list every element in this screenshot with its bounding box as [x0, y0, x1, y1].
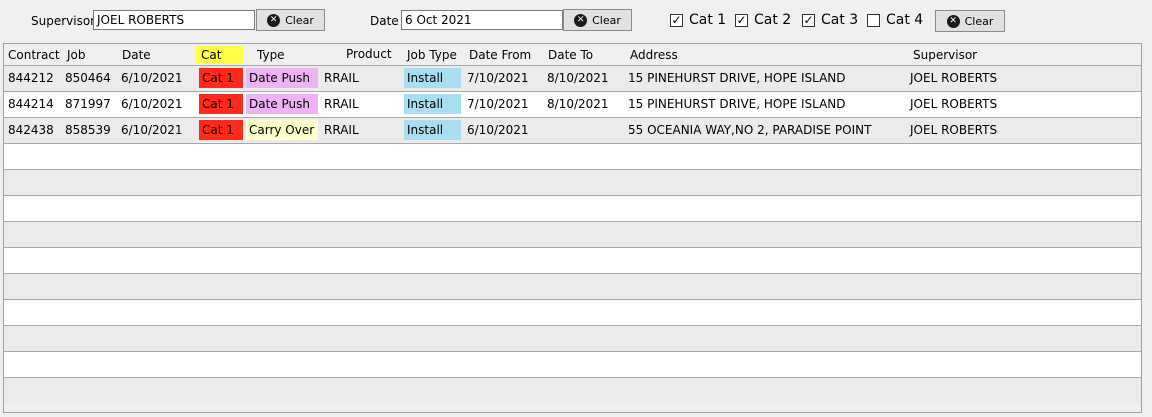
cell-product: RRAIL [324, 71, 359, 85]
empty-table-row[interactable] [4, 169, 1141, 195]
clear-supervisor-button[interactable]: ✕ Clear [256, 9, 325, 31]
cell-address: 15 PINEHURST DRIVE, HOPE ISLAND [628, 97, 846, 111]
table-row[interactable]: 844214 871997 6/10/2021 Cat 1 Date Push … [4, 91, 1141, 117]
clear-label: Clear [285, 13, 314, 27]
cell-type: Date Push [246, 68, 318, 88]
grid-header: Contract Job Date Cat Type Product Job T… [4, 44, 1141, 66]
date-input[interactable]: 6 Oct 2021 [401, 10, 563, 30]
cell-date: 6/10/2021 [121, 123, 183, 137]
empty-table-row[interactable] [4, 273, 1141, 299]
checkmark-icon: ✓ [735, 13, 748, 27]
empty-table-row[interactable] [4, 351, 1141, 377]
cell-date: 6/10/2021 [121, 97, 183, 111]
cell-supervisor: JOEL ROBERTS [910, 71, 998, 85]
cell-date-from: 7/10/2021 [467, 97, 529, 111]
empty-table-row[interactable] [4, 325, 1141, 351]
cell-date-from: 6/10/2021 [467, 123, 529, 137]
cell-date: 6/10/2021 [121, 71, 183, 85]
cell-type: Date Push [246, 94, 318, 114]
cat1-checkbox[interactable]: ✓ Cat 1 [670, 12, 726, 28]
col-header-date[interactable]: Date [122, 48, 151, 62]
cell-address: 55 OCEANIA WAY,NO 2, PARADISE POINT [628, 123, 872, 137]
col-header-date-to[interactable]: Date To [548, 48, 593, 62]
cell-contract: 842438 [8, 123, 54, 137]
empty-table-row[interactable] [4, 377, 1141, 403]
cell-address: 15 PINEHURST DRIVE, HOPE ISLAND [628, 71, 846, 85]
col-header-product[interactable]: Product [346, 47, 392, 61]
col-header-contract[interactable]: Contract [8, 48, 60, 62]
cell-cat: Cat 1 [199, 94, 243, 114]
cell-product: RRAIL [324, 97, 359, 111]
cell-job: 871997 [65, 97, 111, 111]
cat3-checkbox-label: Cat 3 [821, 12, 859, 28]
col-header-address[interactable]: Address [630, 48, 678, 62]
close-circle-icon: ✕ [946, 14, 960, 28]
grid-rows: 844212 850464 6/10/2021 Cat 1 Date Push … [4, 65, 1141, 403]
cell-supervisor: JOEL ROBERTS [910, 123, 998, 137]
clear-label: Clear [592, 13, 621, 27]
table-row[interactable]: 842438 858539 6/10/2021 Cat 1 Carry Over… [4, 117, 1141, 143]
checkmark-icon: ✓ [670, 13, 683, 27]
cell-job-type: Install [404, 94, 461, 114]
cell-type: Carry Over [246, 120, 318, 140]
cell-product: RRAIL [324, 123, 359, 137]
supervisor-input[interactable]: JOEL ROBERTS [93, 10, 255, 30]
cell-date-to: 8/10/2021 [547, 71, 609, 85]
empty-rows [4, 143, 1141, 403]
close-circle-icon: ✕ [574, 13, 588, 27]
cell-supervisor: JOEL ROBERTS [910, 97, 998, 111]
cell-job: 858539 [65, 123, 111, 137]
table-row[interactable]: 844212 850464 6/10/2021 Cat 1 Date Push … [4, 65, 1141, 91]
col-header-job-type[interactable]: Job Type [407, 48, 457, 62]
cat4-checkbox-label: Cat 4 [886, 12, 924, 28]
cat2-checkbox[interactable]: ✓ Cat 2 [735, 12, 791, 28]
empty-table-row[interactable] [4, 143, 1141, 169]
checkmark-icon: ✓ [802, 13, 815, 27]
empty-table-row[interactable] [4, 247, 1141, 273]
cell-job: 850464 [65, 71, 111, 85]
cell-contract: 844214 [8, 97, 54, 111]
clear-label: Clear [964, 14, 994, 28]
col-header-date-from[interactable]: Date From [469, 48, 531, 62]
cell-contract: 844212 [8, 71, 54, 85]
cell-cat: Cat 1 [199, 120, 243, 140]
cat3-checkbox[interactable]: ✓ Cat 3 [802, 12, 858, 28]
cell-date-from: 7/10/2021 [467, 71, 529, 85]
col-header-supervisor[interactable]: Supervisor [913, 48, 977, 62]
empty-table-row[interactable] [4, 221, 1141, 247]
checkbox-empty-icon [867, 13, 880, 27]
empty-table-row[interactable] [4, 195, 1141, 221]
cell-job-type: Install [404, 120, 461, 140]
col-header-type[interactable]: Type [257, 48, 285, 62]
cat2-checkbox-label: Cat 2 [754, 12, 792, 28]
jobs-grid[interactable]: Contract Job Date Cat Type Product Job T… [3, 43, 1142, 413]
col-header-cat[interactable]: Cat [196, 46, 243, 64]
empty-table-row[interactable] [4, 299, 1141, 325]
cell-job-type: Install [404, 68, 461, 88]
cell-date-to: 8/10/2021 [547, 97, 609, 111]
cat1-checkbox-label: Cat 1 [689, 12, 727, 28]
cat4-checkbox[interactable]: Cat 4 [867, 12, 923, 28]
close-circle-icon: ✕ [267, 13, 281, 27]
clear-date-button[interactable]: ✕ Clear [563, 9, 632, 31]
cell-cat: Cat 1 [199, 68, 243, 88]
col-header-job[interactable]: Job [67, 48, 86, 62]
clear-categories-button[interactable]: ✕ Clear [935, 10, 1005, 32]
